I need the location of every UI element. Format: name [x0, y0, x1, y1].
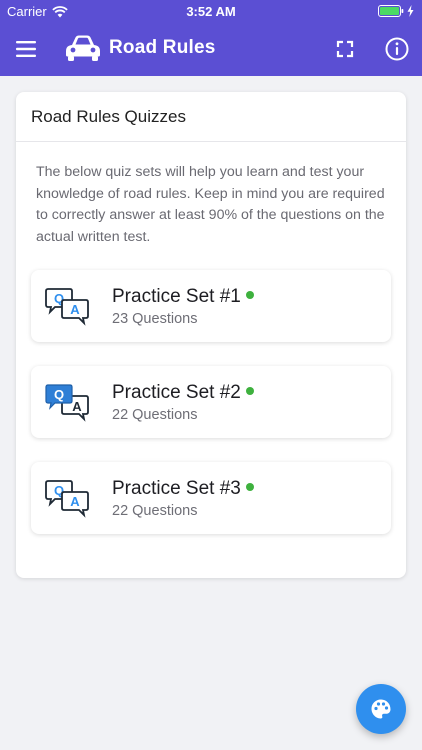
quizzes-card: Road Rules Quizzes The below quiz sets w…	[16, 92, 406, 578]
svg-text:A: A	[70, 494, 80, 509]
status-dot	[245, 387, 254, 395]
question-count: 22 Questions	[112, 503, 198, 519]
question-count: 22 Questions	[112, 407, 198, 423]
theme-fab-button[interactable]	[356, 684, 406, 734]
practice-set-title: Practice Set #2	[112, 382, 254, 404]
practice-set-title: Practice Set #3	[112, 478, 254, 500]
qa-outline-icon: Q A	[45, 288, 89, 326]
info-icon[interactable]	[384, 36, 410, 62]
status-time: 3:52 AM	[186, 4, 236, 19]
palette-icon	[371, 699, 391, 719]
card-title: Road Rules Quizzes	[16, 92, 406, 142]
app-bar: Road Rules	[0, 22, 422, 76]
battery-indicator	[378, 5, 414, 17]
app-title: Road Rules	[109, 37, 216, 58]
charging-icon	[407, 5, 414, 17]
practice-set-3[interactable]: Q A Practice Set #3 22 Questions	[31, 462, 391, 534]
practice-set-title: Practice Set #1	[112, 286, 254, 308]
status-dot	[245, 291, 254, 299]
svg-text:A: A	[70, 302, 80, 317]
practice-set-2[interactable]: A Q Practice Set #2 22 Questions	[31, 366, 391, 438]
card-description: The below quiz sets will help you learn …	[36, 164, 385, 245]
qa-outline-icon: Q A	[45, 480, 89, 518]
menu-icon[interactable]	[14, 37, 38, 61]
battery-icon	[378, 5, 404, 17]
fullscreen-icon[interactable]	[334, 38, 356, 60]
question-count: 23 Questions	[112, 311, 198, 327]
svg-text:A: A	[72, 399, 82, 414]
status-dot	[245, 483, 254, 491]
status-bar: Carrier 3:52 AM	[0, 0, 422, 22]
practice-set-1[interactable]: Q A Practice Set #1 23 Questions	[31, 270, 391, 342]
car-icon	[66, 35, 100, 61]
qa-filled-icon: A Q	[45, 384, 89, 422]
svg-text:Q: Q	[54, 387, 64, 402]
